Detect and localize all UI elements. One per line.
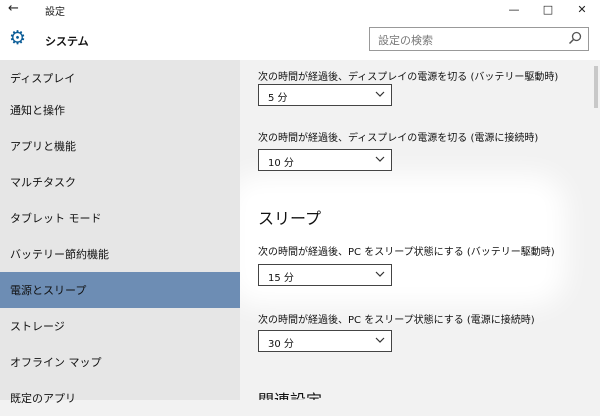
sidebar-item-label: 電源とスリープ [10, 284, 87, 297]
search-placeholder: 設定の検索 [378, 34, 433, 47]
title-bar: ← 設定 — □ ✕ [0, 0, 600, 20]
sidebar-item-label: ストレージ [10, 320, 65, 333]
sidebar-item-tablet-mode[interactable]: タブレット モード [0, 200, 240, 236]
sidebar-item-label: オフライン マップ [10, 356, 102, 369]
sidebar-item-label: アプリと機能 [10, 140, 76, 153]
scrollbar[interactable] [594, 66, 598, 108]
app-header: ⚙ システム 設定の検索 [0, 20, 600, 60]
screen-plugged-dropdown[interactable]: 10 分 [258, 149, 392, 171]
dropdown-value: 5 分 [268, 93, 288, 104]
close-button[interactable]: ✕ [568, 0, 596, 20]
sleep-plugged-label: 次の時間が経過後、PC をスリープ状態にする (電源に接続時) [258, 315, 535, 326]
screen-plugged-label: 次の時間が経過後、ディスプレイの電源を切る (電源に接続時) [258, 133, 539, 144]
chevron-down-icon [375, 271, 385, 277]
sidebar-item-label: バッテリー節約機能 [10, 248, 109, 261]
sidebar-item-storage[interactable]: ストレージ [0, 308, 240, 344]
window-title: 設定 [45, 7, 65, 18]
maximize-button[interactable]: □ [534, 0, 562, 20]
screen-battery-dropdown[interactable]: 5 分 [258, 84, 392, 106]
chevron-down-icon [375, 91, 385, 97]
sidebar-item-label: タブレット モード [10, 212, 102, 225]
sidebar-item-multitasking[interactable]: マルチタスク [0, 164, 240, 200]
search-input[interactable]: 設定の検索 [369, 27, 589, 51]
sidebar-item-offline-maps[interactable]: オフライン マップ [0, 344, 240, 380]
sidebar-item-power-sleep[interactable]: 電源とスリープ [0, 272, 240, 308]
sleep-battery-dropdown[interactable]: 15 分 [258, 264, 392, 286]
page-title: システム [45, 35, 89, 48]
chevron-down-icon [375, 156, 385, 162]
dropdown-value: 10 分 [268, 158, 294, 169]
sidebar-item-apps[interactable]: アプリと機能 [0, 128, 240, 164]
minimize-button[interactable]: — [500, 0, 528, 20]
dropdown-value: 15 分 [268, 273, 294, 284]
sleep-plugged-dropdown[interactable]: 30 分 [258, 330, 392, 352]
sidebar-item-notifications[interactable]: 通知と操作 [0, 92, 240, 128]
dropdown-value: 30 分 [268, 339, 294, 350]
main-content: 次の時間が経過後、ディスプレイの電源を切る (バッテリー駆動時) 5 分 次の時… [240, 60, 600, 400]
sidebar-item-label: マルチタスク [10, 176, 76, 189]
sidebar-item-label: 通知と操作 [10, 104, 65, 117]
sidebar-item-display[interactable]: ディスプレイ [0, 60, 240, 96]
gear-icon: ⚙ [9, 27, 27, 49]
chevron-down-icon [375, 337, 385, 343]
sidebar-item-battery-saver[interactable]: バッテリー節約機能 [0, 236, 240, 272]
sidebar-item-label: 既定のアプリ [10, 392, 76, 405]
sidebar-item-label: ディスプレイ [10, 72, 76, 85]
related-settings-title: 関連設定 [258, 387, 322, 400]
back-arrow-icon[interactable]: ← [8, 1, 19, 16]
screen-battery-label: 次の時間が経過後、ディスプレイの電源を切る (バッテリー駆動時) [258, 72, 559, 83]
sidebar-item-default-apps[interactable]: 既定のアプリ [0, 380, 240, 416]
sidebar: ディスプレイ 通知と操作 アプリと機能 マルチタスク タブレット モード バッテ… [0, 60, 240, 405]
sleep-section-title: スリープ [258, 209, 322, 228]
sleep-battery-label: 次の時間が経過後、PC をスリープ状態にする (バッテリー駆動時) [258, 247, 555, 258]
search-icon[interactable] [568, 31, 582, 45]
